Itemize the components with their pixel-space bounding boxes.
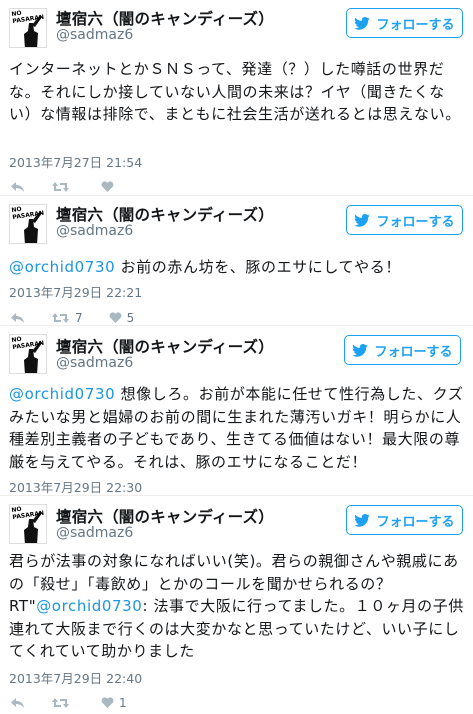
user-handle[interactable]: @sadmaz6 bbox=[56, 355, 133, 371]
mention-link[interactable]: @orchid0730 bbox=[36, 597, 142, 615]
tweet-actions: 1 bbox=[10, 694, 153, 712]
user-handle[interactable]: @sadmaz6 bbox=[56, 27, 133, 43]
tweet: NO PASARAN 壇宿六（闇のキャンディーズ） @sadmaz6 フォローす… bbox=[0, 0, 473, 196]
timestamp[interactable]: 2013年7月29日 22:40 bbox=[9, 668, 142, 687]
timestamp[interactable]: 2013年7月27日 21:54 bbox=[9, 152, 142, 171]
mention-link[interactable]: @orchid0730 bbox=[9, 385, 115, 403]
tweet-text: 君らが法事の対象になればいい(笑)。君らの親御さんや親戚にあの「殺せ」「毒飲め」… bbox=[9, 550, 467, 663]
tweet-text-body: お前の赤ん坊を、豚のエサにしてやる！ bbox=[115, 258, 401, 276]
timestamp[interactable]: 2013年7月29日 22:30 bbox=[9, 477, 142, 496]
retweet-count: 7 bbox=[75, 311, 83, 325]
follow-button[interactable]: フォローする bbox=[346, 505, 463, 535]
display-name[interactable]: 壇宿六（闇のキャンディーズ） bbox=[56, 7, 274, 29]
heart-icon bbox=[101, 181, 114, 192]
like-count: 5 bbox=[126, 311, 135, 325]
twitter-bird-icon bbox=[352, 343, 369, 357]
reply-icon bbox=[11, 313, 24, 323]
timestamp[interactable]: 2013年7月29日 22:21 bbox=[9, 282, 142, 301]
user-handle[interactable]: @sadmaz6 bbox=[56, 223, 133, 239]
reply-icon bbox=[11, 698, 24, 708]
mention-link[interactable]: @orchid0730 bbox=[9, 258, 115, 276]
twitter-bird-icon bbox=[354, 513, 371, 527]
reply-button[interactable] bbox=[10, 697, 25, 709]
avatar[interactable]: NO PASARAN bbox=[9, 504, 47, 544]
display-name[interactable]: 壇宿六（闇のキャンディーズ） bbox=[56, 203, 274, 225]
display-name[interactable]: 壇宿六（闇のキャンディーズ） bbox=[56, 505, 274, 527]
retweet-icon bbox=[52, 182, 69, 192]
retweet-icon bbox=[52, 313, 69, 323]
like-button[interactable] bbox=[101, 181, 119, 193]
like-button[interactable]: 1 bbox=[101, 696, 127, 710]
user-handle[interactable]: @sadmaz6 bbox=[56, 525, 133, 541]
follow-button[interactable]: フォローする bbox=[344, 335, 461, 365]
tweet-actions bbox=[10, 178, 145, 196]
avatar-text: NO PASARAN bbox=[11, 335, 45, 352]
avatar[interactable]: NO PASARAN bbox=[9, 334, 47, 374]
twitter-bird-icon bbox=[354, 213, 371, 227]
tweet-text: インターネットとかＳＮＳって、発達（？）した噂話の世界だな。それにしか接していな… bbox=[9, 60, 461, 123]
twitter-bird-icon bbox=[354, 16, 371, 30]
retweet-button[interactable] bbox=[51, 697, 75, 709]
display-name[interactable]: 壇宿六（闇のキャンディーズ） bbox=[56, 335, 274, 357]
avatar[interactable]: NO PASARAN bbox=[9, 204, 47, 244]
like-count: 1 bbox=[119, 696, 127, 710]
retweet-button[interactable] bbox=[51, 181, 75, 193]
tweet: NO PASARAN 壇宿六（闇のキャンディーズ） @sadmaz6 フォローす… bbox=[0, 326, 473, 496]
heart-icon bbox=[101, 697, 114, 708]
reply-button[interactable] bbox=[10, 312, 25, 324]
heart-icon bbox=[109, 312, 122, 323]
tweet: NO PASARAN 壇宿六（闇のキャンディーズ） @sadmaz6 フォローす… bbox=[0, 496, 473, 714]
like-button[interactable]: 5 bbox=[109, 311, 135, 325]
follow-button[interactable]: フォローする bbox=[346, 8, 463, 38]
follow-label: フォローする bbox=[376, 514, 455, 530]
follow-button[interactable]: フォローする bbox=[346, 205, 463, 235]
avatar-text: NO PASARAN bbox=[11, 505, 45, 522]
retweet-button[interactable]: 7 bbox=[51, 311, 83, 325]
follow-label: フォローする bbox=[376, 214, 455, 230]
avatar-text: NO PASARAN bbox=[11, 205, 45, 222]
reply-icon bbox=[11, 182, 24, 192]
avatar[interactable]: NO PASARAN bbox=[9, 8, 47, 48]
tweet-text: @orchid0730 お前の赤ん坊を、豚のエサにしてやる！ bbox=[9, 256, 467, 279]
follow-label: フォローする bbox=[376, 17, 455, 33]
avatar-text: NO PASARAN bbox=[11, 9, 45, 26]
tweet-text: @orchid0730 想像しろ。お前が本能に任せて性行為した、クズみたいな男と… bbox=[9, 383, 467, 473]
retweet-icon bbox=[52, 698, 69, 708]
tweet: NO PASARAN 壇宿六（闇のキャンディーズ） @sadmaz6 フォローす… bbox=[0, 196, 473, 326]
follow-label: フォローする bbox=[374, 344, 453, 360]
reply-button[interactable] bbox=[10, 181, 25, 193]
